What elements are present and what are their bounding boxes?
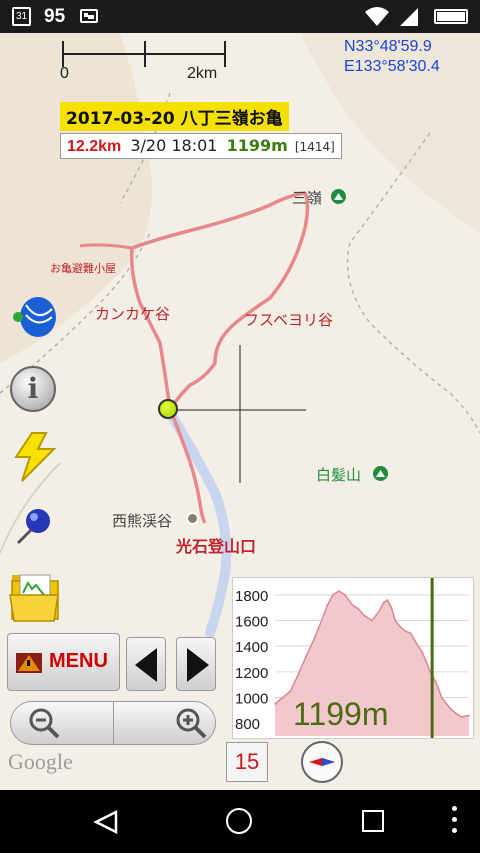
elevation-point (460, 716, 462, 718)
elevation-point (421, 651, 424, 654)
y-tick-label: 1000 (235, 691, 268, 708)
hut-label: お亀避難小屋 (50, 262, 116, 275)
elevation-point (357, 608, 360, 610)
home-icon[interactable] (226, 808, 252, 834)
elevation-point (305, 655, 307, 658)
coordinates-readout: N33°48'59.9 E133°58'30.4 (344, 37, 440, 77)
next-button[interactable] (176, 637, 216, 691)
shiraga-label: 白髪山 (316, 466, 362, 484)
longitude: E133°58'30.4 (344, 58, 440, 75)
valley-label-kankake: カンカケ谷 (95, 305, 171, 323)
scale-end-label: 2km (187, 65, 218, 82)
elevation-point (297, 673, 300, 676)
scale-bar (62, 41, 226, 67)
elevation-point (313, 639, 315, 641)
previous-button[interactable] (126, 637, 166, 691)
y-tick-label: 1600 (235, 614, 268, 631)
elevation-point (379, 609, 381, 611)
elevation-point (332, 594, 334, 596)
elevation-point (425, 660, 428, 663)
current-location-marker (158, 399, 178, 419)
back-icon[interactable] (92, 808, 120, 840)
y-tick-label: 800 (235, 716, 260, 733)
elevation-point (390, 606, 393, 609)
zoom-in-button[interactable] (114, 702, 215, 744)
scale-start-label: 0 (60, 65, 69, 82)
elevation-point (289, 690, 292, 692)
elevation-point (363, 614, 365, 617)
elevation-point (320, 619, 323, 622)
nishikuma-label: 西熊渓谷 (112, 512, 173, 530)
wifi-icon (364, 6, 390, 32)
battery-level: 95 (44, 6, 66, 27)
latitude: N33°48'59.9 (344, 38, 432, 55)
track-distance: 12.2km (67, 138, 122, 155)
folder-icon[interactable] (8, 569, 64, 629)
zoom-out-button[interactable] (11, 702, 114, 744)
recents-icon[interactable] (362, 810, 384, 832)
zoom-level-display[interactable]: 15 (226, 742, 268, 782)
y-tick-label: 1400 (235, 639, 268, 656)
menu-icon (14, 649, 44, 675)
calendar-day: 31 (15, 11, 28, 22)
info-icon[interactable]: i (10, 366, 56, 412)
elevation-point (404, 630, 406, 632)
battery-icon (434, 9, 468, 24)
zoom-control (10, 701, 216, 745)
pin-icon[interactable] (12, 507, 54, 553)
valley-label-fusubeyori: フスベヨリ谷 (244, 311, 333, 329)
elevation-profile[interactable]: 1800 1600 1400 1200 1000 800 1199m (232, 577, 474, 739)
gallery-icon (80, 9, 98, 23)
track-title[interactable]: 2017-03-20 八丁三嶺お亀 (60, 102, 289, 131)
elevation-point (468, 714, 470, 717)
mountain-icon (331, 189, 346, 204)
compass-icon[interactable] (301, 741, 343, 783)
calendar-icon: 31 (12, 7, 31, 26)
summit-label: 三嶺 (292, 189, 323, 207)
elevation-point (448, 707, 451, 709)
poi-icon (186, 512, 199, 525)
elevation-point (371, 619, 373, 622)
more-icon[interactable] (452, 806, 458, 836)
elevation-point (347, 599, 350, 601)
elevation-point (441, 696, 443, 699)
elevation-point (415, 642, 418, 645)
elevation-point (338, 590, 340, 592)
elevation-point (274, 703, 276, 705)
track-point-count: [1414] (294, 140, 335, 154)
elevation-point (454, 712, 457, 714)
current-altitude-readout: 1199m (293, 696, 389, 732)
navigation-bar (0, 790, 480, 853)
track-datetime: 3/20 18:01 (130, 136, 218, 155)
mountain-icon (373, 466, 388, 481)
map-view[interactable]: 0 2km N33°48'59.9 E133°58'30.4 2017-03-2… (0, 33, 480, 790)
elevation-point (351, 604, 354, 606)
google-attribution: Google (8, 749, 73, 774)
signal-icon (398, 6, 420, 32)
elevation-point (344, 594, 346, 596)
elevation-point (410, 632, 412, 635)
menu-label: MENU (49, 650, 108, 672)
elevation-point (386, 599, 389, 601)
compass-heading-icon[interactable] (12, 295, 60, 343)
y-tick-label: 1800 (235, 588, 268, 605)
y-tick-label: 1200 (235, 665, 268, 682)
elevation-point (398, 624, 400, 627)
lightning-icon[interactable] (10, 431, 60, 487)
trailhead-label: 光石登山口 (176, 537, 257, 556)
menu-button[interactable]: MENU (7, 633, 120, 691)
track-altitude: 1199m (226, 136, 288, 155)
status-bar: 31 95 (0, 0, 480, 33)
elevation-point (326, 604, 329, 606)
elevation-point (435, 681, 437, 683)
elevation-point (382, 601, 385, 604)
elevation-point (282, 696, 284, 699)
elevation-point (394, 619, 397, 622)
track-stats: 12.2km 3/20 18:01 1199m [1414] (60, 133, 342, 159)
